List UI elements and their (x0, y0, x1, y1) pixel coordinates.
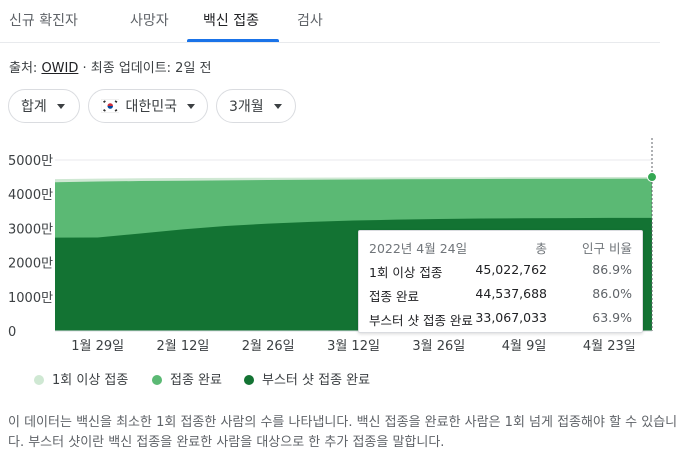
chevron-down-icon (56, 103, 65, 109)
aggregate-label: 합계 (21, 99, 47, 115)
x-tick-label: 4월 9일 (502, 339, 547, 354)
chevron-down-icon (187, 103, 195, 109)
tooltip-row-first-dose: 1회 이상 접종 45,022,762 86.9% (369, 262, 632, 280)
tooltip-row-value: 45,022,762 (475, 262, 547, 277)
legend-label: 1회 이상 접종 (52, 373, 129, 388)
y-tick-label: 5000만 (8, 154, 53, 169)
legend-item-completed[interactable]: 접종 완료 (152, 369, 222, 388)
data-description: 이 데이터는 백신을 최소한 1회 접종한 사람의 수를 나타냅니다. 백신 접… (8, 415, 678, 450)
tooltip-row-booster: 부스터 샷 접종 완료 33,067,033 63.9% (369, 310, 632, 328)
tooltip-row-pct: 86.0% (592, 286, 632, 301)
korea-flag-icon (101, 99, 120, 113)
tooltip-row-pct: 63.9% (592, 310, 632, 325)
y-tick-label: 1000만 (8, 291, 53, 306)
tab-vaccination[interactable]: 백신 접종 (203, 10, 259, 30)
legend-swatch (152, 375, 162, 385)
tooltip-row-label: 접종 완료 (369, 289, 419, 304)
chevron-down-icon (273, 103, 282, 109)
tooltip-col-total: 총 (535, 241, 547, 256)
y-tick-label: 0 (8, 325, 16, 340)
region-label: 대한민국 (125, 99, 177, 115)
tooltip-row-label: 부스터 샷 접종 완료 (369, 313, 473, 328)
region-dropdown[interactable]: 대한민국 (88, 89, 208, 123)
source-link[interactable]: OWID (41, 61, 78, 76)
tooltip-col-pct: 인구 비율 (582, 241, 632, 256)
source-line: 출처: OWID · 최종 업데이트: 2일 전 (9, 57, 212, 76)
legend-label: 부스터 샷 접종 완료 (262, 373, 371, 388)
y-tick-label: 2000만 (8, 257, 53, 272)
tooltip-row-value: 33,067,033 (475, 310, 547, 325)
x-tick-label: 2월 12일 (156, 339, 209, 354)
legend-swatch (34, 375, 44, 385)
hover-point (647, 172, 657, 183)
tab-deaths[interactable]: 사망자 (130, 10, 169, 30)
x-tick-label: 4월 23일 (583, 339, 636, 354)
tooltip-row-label: 1회 이상 접종 (369, 265, 443, 280)
tooltip-row-completed: 접종 완료 44,537,688 86.0% (369, 286, 632, 304)
last-updated: · 최종 업데이트: 2일 전 (78, 61, 212, 76)
tab-new-cases[interactable]: 신규 확진자 (9, 10, 78, 30)
range-label: 3개월 (229, 99, 264, 115)
active-tab-indicator (187, 39, 279, 42)
tab-bar: 신규 확진자 사망자 백신 접종 검사 (0, 0, 660, 43)
legend-label: 접종 완료 (170, 373, 222, 388)
x-tick-label: 3월 26일 (412, 339, 465, 354)
tooltip-date: 2022년 4월 24일 (369, 241, 468, 256)
tooltip-row-pct: 86.9% (592, 262, 632, 277)
range-dropdown[interactable]: 3개월 (216, 89, 296, 123)
legend-item-first-dose[interactable]: 1회 이상 접종 (34, 369, 128, 388)
x-tick-label: 1월 29일 (71, 339, 124, 354)
y-tick-label: 3000만 (8, 222, 53, 237)
y-tick-label: 4000만 (8, 188, 53, 203)
x-tick-label: 2월 26일 (242, 339, 295, 354)
tooltip-header: 2022년 4월 24일 총 인구 비율 (369, 238, 632, 256)
aggregate-dropdown[interactable]: 합계 (8, 89, 80, 123)
source-prefix: 출처: (9, 61, 42, 76)
tab-tests[interactable]: 검사 (297, 10, 323, 30)
legend-swatch (244, 375, 254, 385)
tooltip-row-value: 44,537,688 (475, 286, 547, 301)
chart-tooltip: 2022년 4월 24일 총 인구 비율 1회 이상 접종 45,022,762… (358, 230, 643, 333)
x-tick-label: 3월 12일 (327, 339, 380, 354)
legend-item-booster[interactable]: 부스터 샷 접종 완료 (244, 369, 370, 388)
